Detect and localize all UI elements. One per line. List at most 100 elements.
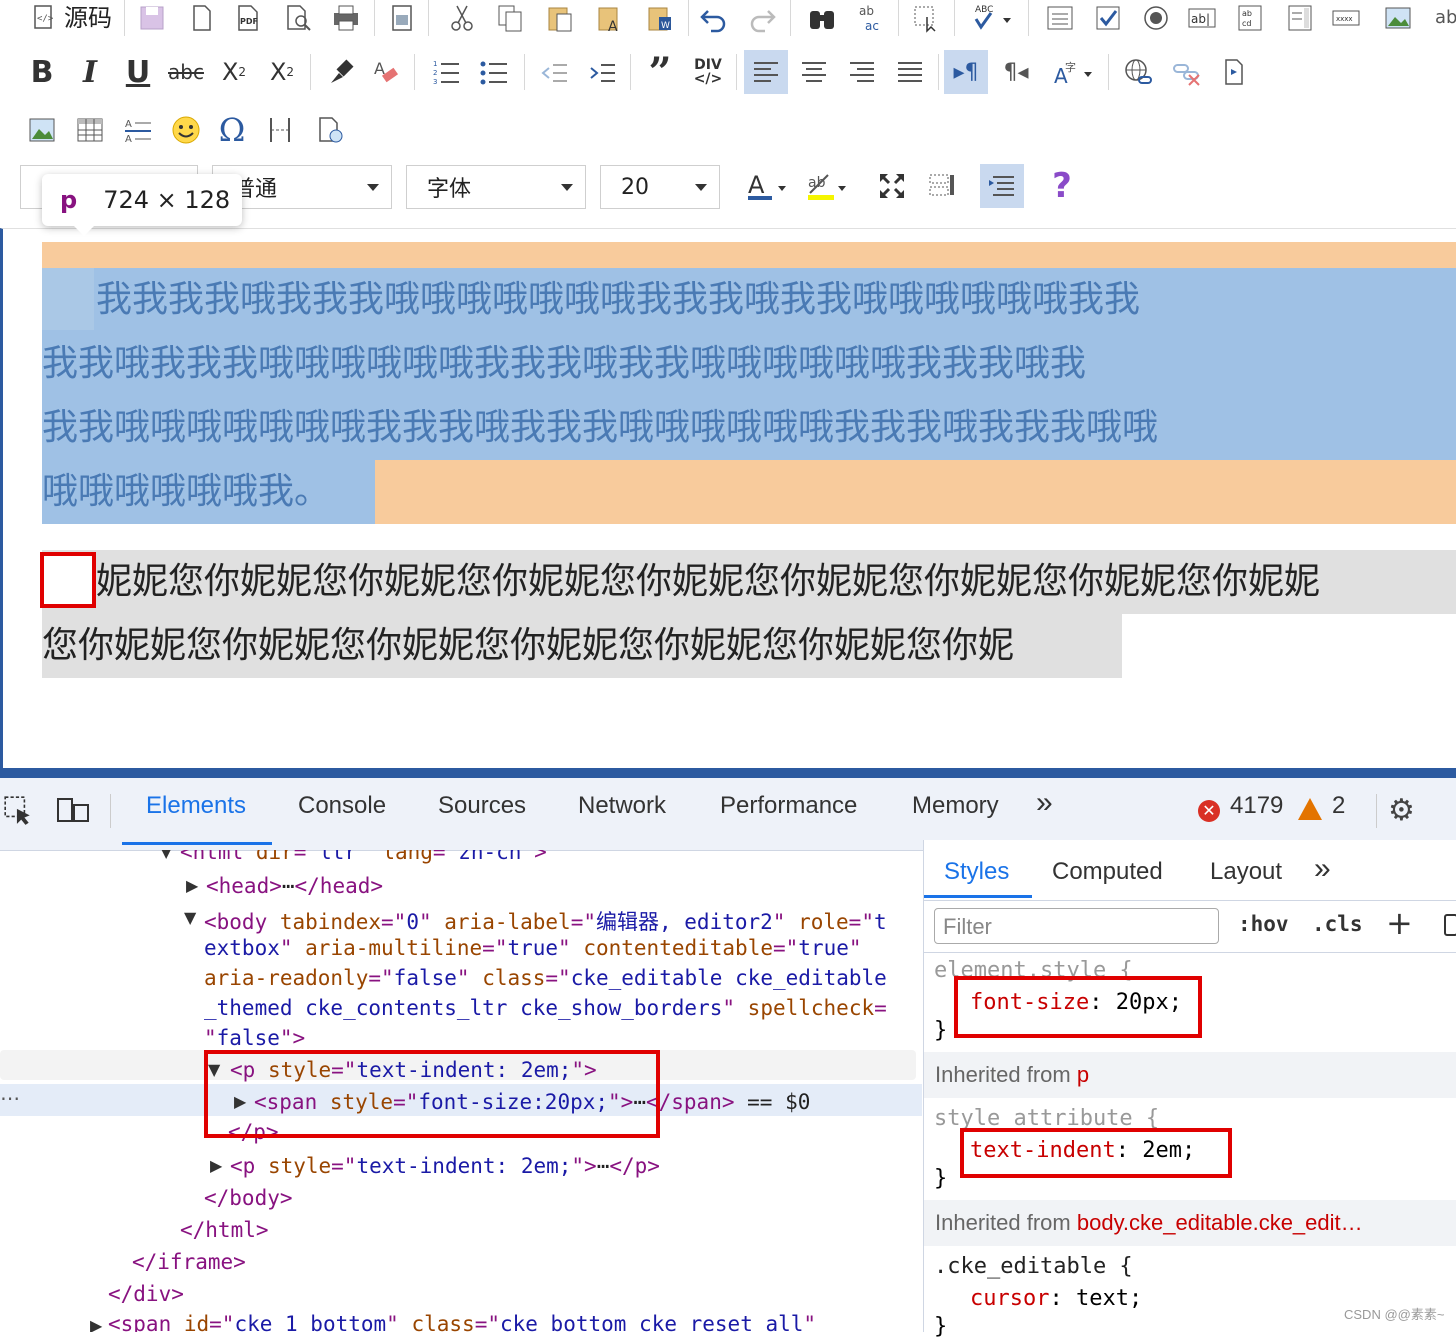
- tab-styles[interactable]: Styles: [944, 858, 1009, 886]
- source-icon[interactable]: </>: [24, 0, 64, 38]
- text-color-icon[interactable]: A: [740, 166, 792, 206]
- dom-node-line[interactable]: "false">: [204, 1026, 305, 1050]
- expand-triangle-icon[interactable]: ▼: [160, 850, 172, 861]
- paragraph-1-line-2[interactable]: 我我哦我我我哦哦哦哦哦哦我我我哦我我哦哦哦哦哦哦我我我哦我: [42, 332, 1456, 396]
- rendering-icon[interactable]: [1444, 914, 1456, 936]
- remove-format-icon[interactable]: A: [366, 52, 406, 92]
- paragraph-1-line-4[interactable]: 哦哦哦哦哦哦我。: [42, 460, 382, 524]
- text-field-icon[interactable]: ab|: [1182, 0, 1222, 38]
- more-tabs-icon[interactable]: »: [1036, 786, 1053, 820]
- new-page-icon[interactable]: [182, 0, 222, 38]
- tab-console[interactable]: Console: [298, 792, 386, 820]
- copy-icon[interactable]: [490, 0, 530, 38]
- paste-icon[interactable]: [540, 0, 580, 38]
- dom-node-line[interactable]: <html dir="ltr" lang="zh-cn">: [180, 850, 547, 864]
- button-field-icon[interactable]: xxxx: [1326, 0, 1366, 38]
- italic-icon[interactable]: I: [70, 52, 110, 92]
- form-icon[interactable]: [1040, 0, 1080, 38]
- dom-node-line[interactable]: </div>: [108, 1282, 184, 1306]
- font-combo[interactable]: 字体: [406, 165, 586, 209]
- align-center-icon[interactable]: [794, 52, 834, 92]
- dom-node-line[interactable]: </body>: [204, 1186, 293, 1210]
- tab-memory[interactable]: Memory: [912, 792, 999, 820]
- horizontal-rule-icon[interactable]: AA: [118, 110, 158, 150]
- dom-node-line[interactable]: <head>⋯</head>: [206, 874, 383, 898]
- textarea-icon[interactable]: ab cd: [1230, 0, 1270, 38]
- redo-icon[interactable]: [742, 0, 782, 38]
- align-left-icon[interactable]: [744, 50, 788, 94]
- preview-icon[interactable]: [278, 0, 318, 38]
- maximize-icon[interactable]: [872, 166, 912, 206]
- ltr-icon[interactable]: ▸¶: [944, 50, 988, 94]
- styles-filter-input[interactable]: Filter: [934, 908, 1219, 944]
- expand-triangle-icon[interactable]: ▼: [184, 908, 196, 927]
- background-color-icon[interactable]: ab: [800, 166, 852, 206]
- smiley-icon[interactable]: [166, 110, 206, 150]
- inspect-element-icon[interactable]: [2, 794, 34, 830]
- dom-node-line[interactable]: <body tabindex="0" aria-label="编辑器, edit…: [204, 906, 887, 936]
- hov-toggle[interactable]: :hov: [1238, 912, 1289, 936]
- checkbox-icon[interactable]: [1088, 0, 1128, 38]
- rtl-icon[interactable]: ¶◂: [996, 52, 1036, 92]
- help-icon[interactable]: ?: [1042, 166, 1082, 206]
- table-icon[interactable]: [70, 110, 110, 150]
- error-icon[interactable]: ✕: [1198, 800, 1220, 822]
- select-all-icon[interactable]: [906, 0, 946, 38]
- superscript-icon[interactable]: X2: [262, 52, 302, 92]
- outdent-icon[interactable]: [534, 52, 574, 92]
- pdf-export-icon[interactable]: PDF: [228, 0, 268, 38]
- collapse-triangle-icon[interactable]: ▶: [90, 1316, 102, 1332]
- underline-icon[interactable]: U: [118, 52, 158, 92]
- warning-icon[interactable]: [1298, 798, 1322, 820]
- templates-icon[interactable]: [382, 0, 422, 38]
- dom-node-line[interactable]: aria-readonly="false" class="cke_editabl…: [204, 966, 887, 990]
- language-icon[interactable]: A字: [1044, 52, 1100, 92]
- save-icon[interactable]: [132, 0, 172, 38]
- print-icon[interactable]: [326, 0, 366, 38]
- link-icon[interactable]: [1118, 52, 1158, 92]
- bold-icon[interactable]: B: [22, 52, 62, 92]
- inherited-tag[interactable]: p: [1077, 1062, 1089, 1087]
- collapse-triangle-icon[interactable]: ▶: [210, 1156, 222, 1175]
- anchor-icon[interactable]: [1214, 52, 1254, 92]
- tab-computed[interactable]: Computed: [1052, 858, 1163, 886]
- strikethrough-icon[interactable]: abc: [166, 52, 206, 92]
- blockquote-icon[interactable]: ”: [640, 49, 680, 96]
- cut-icon[interactable]: [442, 0, 482, 38]
- inherited-tag[interactable]: body.cke_editable.cke_edit…: [1077, 1210, 1363, 1235]
- iframe-icon[interactable]: [310, 110, 350, 150]
- cls-toggle[interactable]: .cls: [1312, 912, 1363, 936]
- tab-network[interactable]: Network: [578, 792, 666, 820]
- dom-node-line[interactable]: <span id="cke_1_bottom" class="cke_botto…: [108, 1312, 816, 1332]
- select-field-icon[interactable]: [1280, 0, 1320, 38]
- unlink-icon[interactable]: [1166, 52, 1206, 92]
- indent-icon[interactable]: [582, 52, 622, 92]
- tab-performance[interactable]: Performance: [720, 792, 857, 820]
- radio-icon[interactable]: [1136, 0, 1176, 38]
- show-blocks-icon[interactable]: [922, 166, 962, 206]
- image-icon[interactable]: [22, 110, 62, 150]
- create-div-icon[interactable]: DIV </>: [688, 52, 728, 92]
- find-icon[interactable]: [802, 0, 842, 38]
- tab-sources[interactable]: Sources: [438, 792, 526, 820]
- device-toolbar-icon[interactable]: [56, 794, 90, 830]
- align-right-icon[interactable]: [842, 52, 882, 92]
- numbered-list-icon[interactable]: 123: [426, 52, 466, 92]
- special-char-icon[interactable]: Ω: [212, 110, 252, 150]
- paragraph-2-line-2[interactable]: 您你妮妮您你妮妮您你妮妮您你妮妮您你妮妮您你妮妮您你妮: [42, 614, 1142, 678]
- dom-node-line[interactable]: _themed cke_contents_ltr cke_show_border…: [204, 996, 887, 1020]
- more-tabs-icon[interactable]: »: [1314, 852, 1331, 886]
- tab-elements[interactable]: Elements: [146, 792, 246, 820]
- image-button-icon[interactable]: [1378, 0, 1418, 38]
- dom-node-line[interactable]: extbox" aria-multiline="true" contentedi…: [204, 936, 862, 960]
- settings-gear-icon[interactable]: ⚙: [1388, 796, 1415, 826]
- paste-word-icon[interactable]: W: [640, 0, 680, 38]
- tab-layout[interactable]: Layout: [1210, 858, 1282, 886]
- spellcheck-icon[interactable]: ABC: [964, 0, 1022, 38]
- undo-icon[interactable]: [694, 0, 734, 38]
- source-button-label[interactable]: 源码: [64, 0, 112, 33]
- paragraph-1-line-1[interactable]: 我我我我哦我我我哦哦哦哦哦哦哦我我我哦我我哦哦哦哦哦哦我我: [96, 268, 1456, 332]
- subscript-icon[interactable]: X2: [214, 52, 254, 92]
- bulleted-list-icon[interactable]: [474, 52, 514, 92]
- new-rule-icon[interactable]: +: [1386, 904, 1413, 942]
